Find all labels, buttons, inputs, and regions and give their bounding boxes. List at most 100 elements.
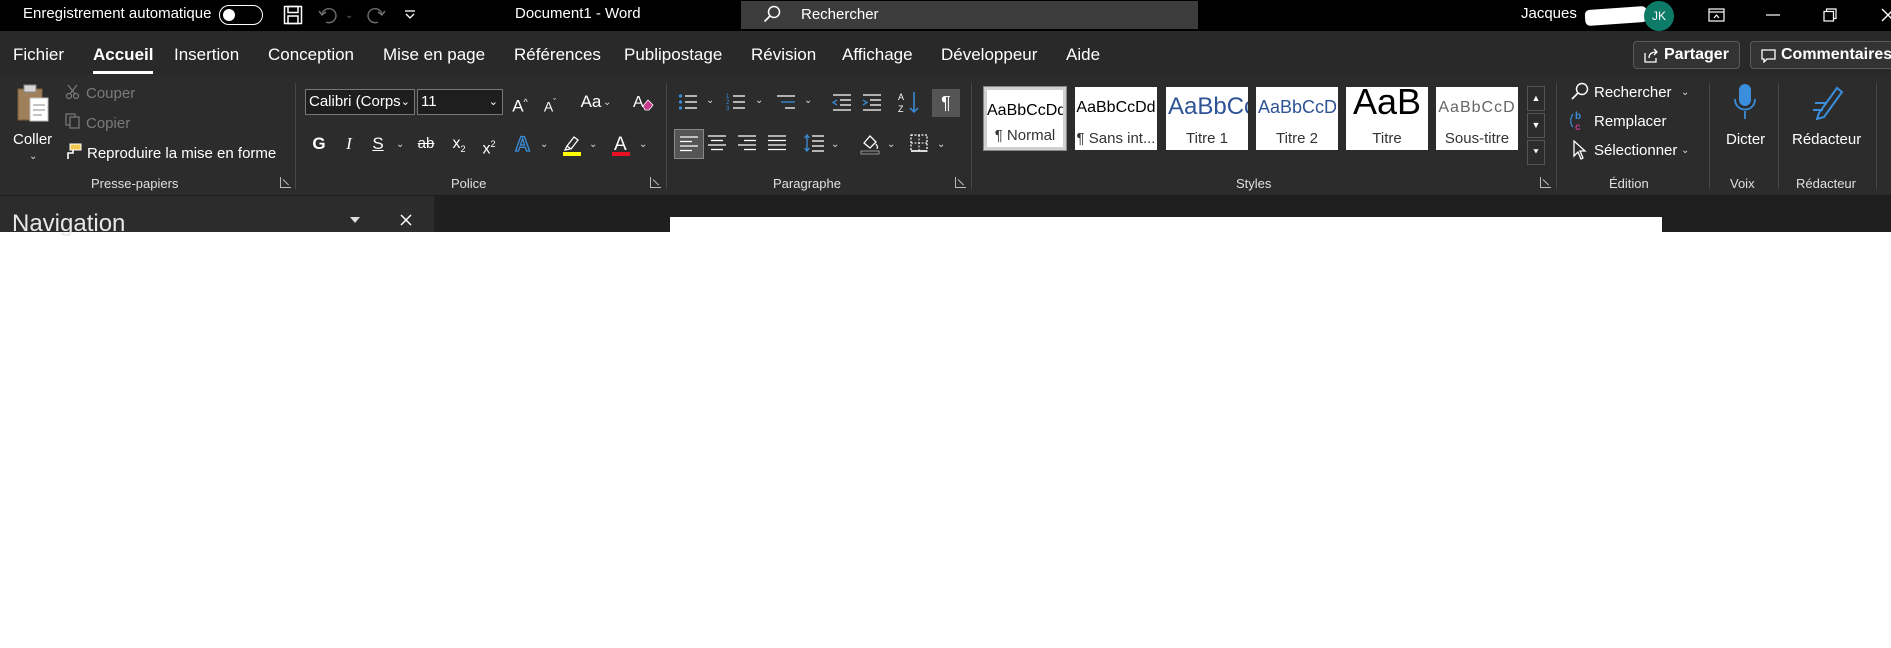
minimize-button[interactable] [1750, 0, 1796, 31]
undo-icon[interactable] [318, 6, 338, 24]
sort-icon[interactable]: A Z [897, 90, 921, 114]
styles-scroll-up-icon[interactable]: ▲ [1527, 86, 1545, 111]
document-page[interactable] [670, 217, 1662, 232]
line-spacing-icon[interactable] [804, 133, 824, 153]
redo-icon[interactable] [366, 6, 386, 24]
highlight-dropdown-icon[interactable]: ⌄ [589, 139, 597, 150]
group-separator [1778, 83, 1779, 189]
autosave-toggle[interactable] [219, 5, 263, 25]
restore-button[interactable] [1807, 0, 1853, 31]
cut-button[interactable]: Couper [86, 85, 135, 102]
find-dropdown-icon[interactable]: ⌄ [1681, 87, 1689, 98]
subscript-button[interactable]: x2 [446, 131, 472, 157]
avatar[interactable]: JK [1644, 1, 1674, 31]
pane-options-icon[interactable] [349, 216, 361, 224]
paragraph-launcher-icon[interactable] [955, 177, 966, 188]
search-box[interactable]: Rechercher [741, 1, 1198, 29]
multilevel-list-icon[interactable] [776, 93, 796, 111]
undo-dropdown-icon[interactable]: ⌄ [345, 10, 353, 21]
comments-button[interactable]: Commentaires [1750, 41, 1891, 69]
select-dropdown-icon[interactable]: ⌄ [1681, 145, 1689, 156]
tab-developpeur[interactable]: Développeur [941, 45, 1037, 65]
tab-affichage[interactable]: Affichage [842, 45, 913, 65]
text-effects-icon[interactable]: A [514, 133, 534, 155]
tab-revision[interactable]: Révision [751, 45, 816, 65]
tab-accueil[interactable]: Accueil [93, 45, 154, 74]
group-label-font: Police [451, 176, 487, 191]
underline-button[interactable]: S [365, 131, 391, 157]
grow-font-button[interactable]: A^ [507, 89, 533, 116]
chevron-down-icon: ⌄ [400, 96, 410, 108]
change-case-button[interactable]: Aa [576, 89, 606, 115]
style-heading-2[interactable]: AaBbCcD Titre 2 [1256, 87, 1338, 150]
ribbon-display-options-button[interactable] [1693, 0, 1739, 31]
numbering-dropdown-icon[interactable]: ⌄ [755, 95, 763, 106]
justify-icon[interactable] [768, 135, 786, 151]
borders-dropdown-icon[interactable]: ⌄ [937, 139, 945, 150]
font-color-icon[interactable]: A [611, 133, 631, 157]
style-normal[interactable]: AaBbCcDd ¶ Normal [983, 86, 1067, 151]
select-button[interactable]: Sélectionner [1594, 142, 1677, 159]
style-preview: AaBbCcD [1258, 97, 1338, 117]
line-spacing-dropdown-icon[interactable]: ⌄ [831, 139, 839, 150]
numbering-icon[interactable]: 1 2 3 [726, 93, 746, 111]
align-center-icon[interactable] [708, 135, 726, 151]
document-canvas [435, 196, 1891, 232]
borders-icon[interactable] [910, 134, 928, 152]
font-color-dropdown-icon[interactable]: ⌄ [639, 139, 647, 150]
superscript-button[interactable]: x2 [476, 131, 502, 157]
tab-references[interactable]: Références [514, 45, 601, 65]
tab-fichier[interactable]: Fichier [13, 45, 64, 65]
tab-aide[interactable]: Aide [1066, 45, 1100, 65]
font-name-combo[interactable]: Calibri (Corps ⌄ [305, 89, 415, 115]
find-button[interactable]: Rechercher [1594, 84, 1672, 101]
close-button[interactable] [1862, 0, 1891, 31]
scissors-icon [65, 84, 80, 100]
share-button[interactable]: Partager [1633, 41, 1740, 69]
highlight-icon[interactable] [562, 134, 582, 156]
font-launcher-icon[interactable] [650, 177, 661, 188]
svg-text:A: A [633, 94, 644, 111]
style-no-spacing[interactable]: AaBbCcDd ¶ Sans int... [1075, 87, 1157, 150]
show-marks-button[interactable]: ¶ [932, 89, 960, 117]
font-size-combo[interactable]: 11 ⌄ [417, 89, 503, 115]
shrink-font-button[interactable]: Aˇ [537, 89, 563, 115]
bullets-icon[interactable] [678, 93, 698, 111]
shading-icon[interactable] [860, 133, 880, 155]
tab-conception[interactable]: Conception [268, 45, 354, 65]
clipboard-launcher-icon[interactable] [280, 177, 291, 188]
format-painter-button[interactable]: Reproduire la mise en forme [87, 145, 276, 162]
change-case-dropdown-icon[interactable]: ⌄ [603, 97, 611, 108]
underline-dropdown-icon[interactable]: ⌄ [396, 139, 404, 150]
paste-button[interactable]: Coller ⌄ [8, 81, 56, 167]
decrease-indent-icon[interactable] [832, 93, 852, 111]
tab-mise-en-page[interactable]: Mise en page [383, 45, 485, 65]
tab-insertion[interactable]: Insertion [174, 45, 239, 65]
close-pane-icon[interactable] [400, 214, 412, 226]
clear-formatting-icon[interactable]: A [632, 92, 654, 112]
text-effects-dropdown-icon[interactable]: ⌄ [540, 139, 548, 150]
copy-button[interactable]: Copier [86, 115, 130, 132]
dictate-button[interactable]: Dicter [1718, 81, 1770, 161]
style-subtitle[interactable]: AaBbCcD Sous-titre [1436, 87, 1518, 150]
editor-button[interactable]: Rédacteur [1785, 81, 1873, 161]
style-title[interactable]: AaB Titre [1346, 87, 1428, 150]
italic-button[interactable]: I [336, 131, 362, 157]
bullets-dropdown-icon[interactable]: ⌄ [706, 95, 714, 106]
style-heading-1[interactable]: AaBbCc Titre 1 [1166, 87, 1248, 150]
save-icon[interactable] [283, 5, 303, 25]
multilevel-dropdown-icon[interactable]: ⌄ [804, 95, 812, 106]
strikethrough-button[interactable]: ab [413, 131, 439, 157]
customize-qat-icon[interactable] [404, 9, 416, 21]
tab-publipostage[interactable]: Publipostage [624, 45, 722, 65]
replace-button[interactable]: Remplacer [1594, 113, 1667, 130]
align-right-icon[interactable] [738, 135, 756, 151]
bold-button[interactable]: G [306, 131, 332, 157]
styles-more-icon[interactable]: ⯆ [1527, 140, 1545, 165]
shading-dropdown-icon[interactable]: ⌄ [887, 139, 895, 150]
ribbon: Coller ⌄ Couper Copier Reproduire la mis… [0, 75, 1891, 196]
styles-scroll-down-icon[interactable]: ▼ [1527, 113, 1545, 138]
align-left-button[interactable] [674, 129, 704, 159]
styles-launcher-icon[interactable] [1540, 177, 1551, 188]
increase-indent-icon[interactable] [862, 93, 882, 111]
